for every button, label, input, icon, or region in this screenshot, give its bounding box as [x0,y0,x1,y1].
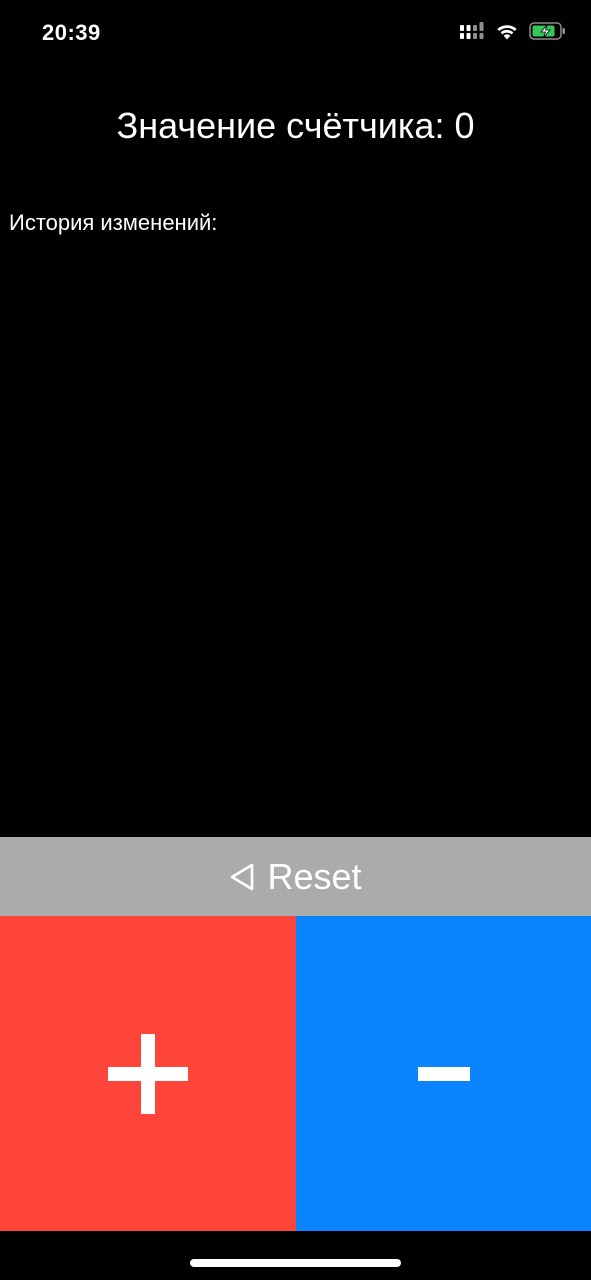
battery-charging-icon [529,22,565,40]
status-icons [459,22,567,40]
decrement-button[interactable] [296,916,591,1231]
reset-label: Reset [267,855,362,897]
minus-icon [417,1066,470,1081]
cellular-signal-icon [460,22,484,39]
history-label: История изменений: [9,210,218,235]
status-bar: 20:39 [0,0,591,70]
back-triangle-icon [231,863,254,890]
plus-icon [108,1033,188,1114]
reset-button[interactable]: Reset [0,837,591,916]
status-time: 20:39 [42,20,101,45]
increment-button[interactable] [0,916,296,1231]
wifi-icon [497,25,517,40]
counter-value-title: Значение счётчика: 0 [116,105,475,146]
home-indicator[interactable] [190,1259,401,1267]
